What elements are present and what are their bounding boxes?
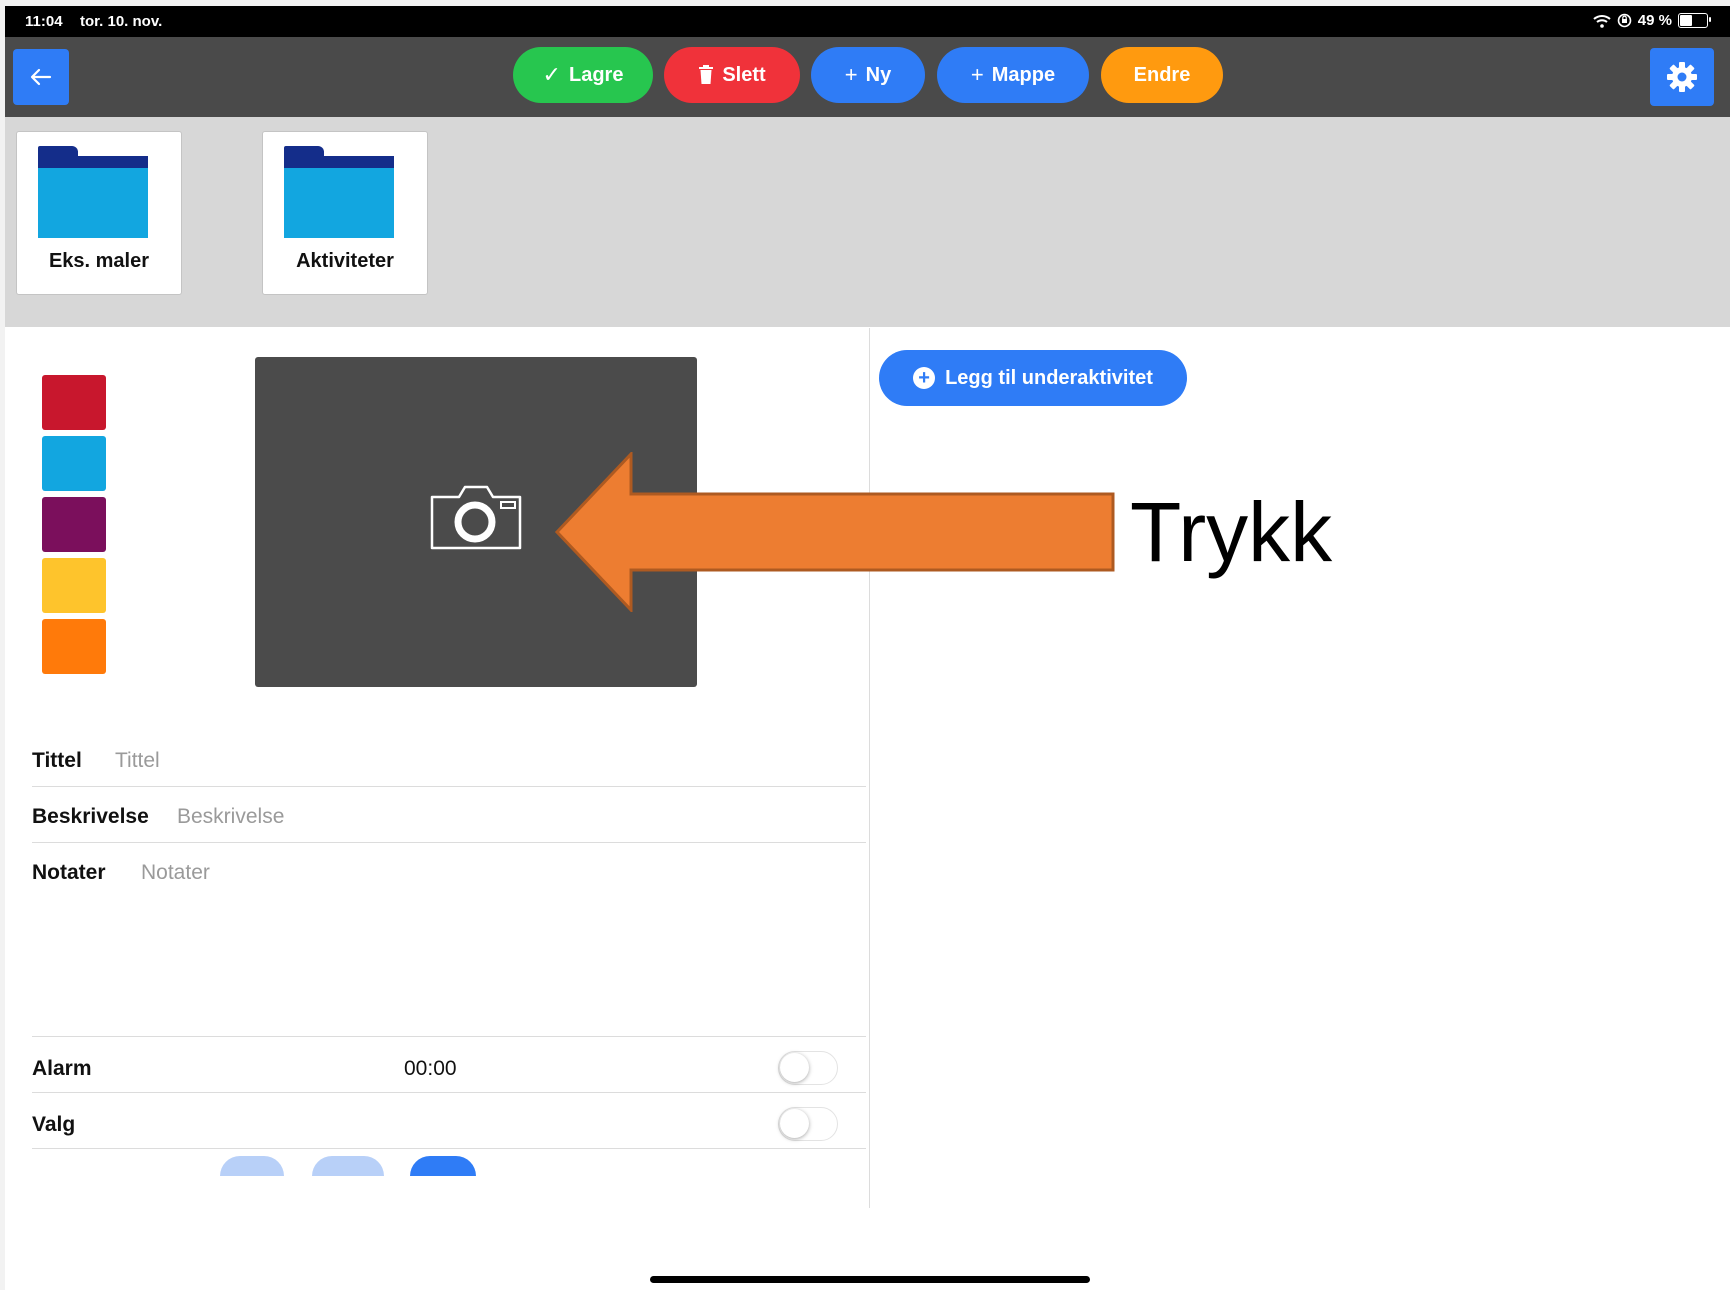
notes-label: Notater [32,861,106,884]
app-window: 11:04 tor. 10. nov. 49 % ✓ Lagre Slett +… [5,6,1730,1290]
title-input[interactable] [115,749,615,773]
alarm-toggle[interactable] [778,1051,838,1085]
camera-icon [430,485,522,550]
add-subactivity-button[interactable]: + Legg til underaktivitet [879,350,1187,406]
status-right: 49 % [1593,12,1711,29]
divider [32,1092,866,1093]
edit-button-label: Endre [1133,63,1191,86]
check-icon: ✓ [542,62,561,87]
divider [32,842,866,843]
edit-button[interactable]: Endre [1101,47,1223,103]
orientation-lock-icon [1617,13,1632,28]
back-button[interactable] [13,49,69,105]
save-button[interactable]: ✓ Lagre [513,47,653,103]
plus-circle-icon: + [913,367,936,389]
battery-percent: 49 % [1637,12,1672,29]
option-button[interactable] [220,1156,284,1176]
folder-label: Eks. maler [48,250,150,272]
delete-button[interactable]: Slett [664,47,800,103]
battery-icon [1678,13,1711,28]
settings-button[interactable] [1650,48,1714,106]
add-subactivity-label: Legg til underaktivitet [945,366,1153,389]
option-button[interactable] [410,1156,476,1176]
color-swatch-yellow[interactable] [42,558,106,613]
folder-icon [38,146,148,238]
divider [32,1036,866,1037]
color-swatch-red[interactable] [42,375,106,430]
choice-label: Valg [32,1113,76,1136]
description-input[interactable] [177,805,677,829]
toolbar: ✓ Lagre Slett + Ny + Mappe Endre [5,37,1730,117]
notes-input[interactable] [141,861,641,885]
description-label: Beskrivelse [32,805,149,828]
arrow-left-icon [30,68,52,86]
gear-icon [1667,62,1697,92]
alarm-label: Alarm [32,1057,92,1080]
divider [32,786,866,787]
folder-icon [284,146,394,238]
option-button[interactable] [312,1156,384,1176]
annotation-text: Trykk [1130,485,1333,579]
choice-toggle[interactable] [778,1107,838,1141]
status-date: tor. 10. nov. [80,13,163,30]
home-indicator [650,1276,1090,1283]
folder-strip: Eks. maler Aktiviteter [5,117,1730,327]
folder-card-aktiviteter[interactable]: Aktiviteter [262,131,428,295]
plus-icon: + [970,62,984,87]
plus-icon: + [844,62,858,87]
status-bar: 11:04 tor. 10. nov. 49 % [5,6,1730,37]
color-swatch-orange[interactable] [42,619,106,674]
color-swatch-purple[interactable] [42,497,106,552]
alarm-time[interactable]: 00:00 [404,1057,457,1081]
title-label: Tittel [32,749,82,772]
save-button-label: Lagre [568,63,624,86]
new-button[interactable]: + Ny [811,47,925,103]
folder-label: Aktiviteter [296,250,394,272]
divider [32,1148,866,1149]
annotation-arrow-icon [555,452,1115,612]
trash-icon [699,65,714,84]
status-time: 11:04 [25,13,63,30]
wifi-icon [1593,14,1611,28]
color-swatch-blue[interactable] [42,436,106,491]
new-folder-button-label: Mappe [991,63,1056,86]
new-folder-button[interactable]: + Mappe [937,47,1089,103]
delete-button-label: Slett [722,63,766,86]
new-button-label: Ny [865,63,892,86]
folder-card-eks-maler[interactable]: Eks. maler [16,131,182,295]
